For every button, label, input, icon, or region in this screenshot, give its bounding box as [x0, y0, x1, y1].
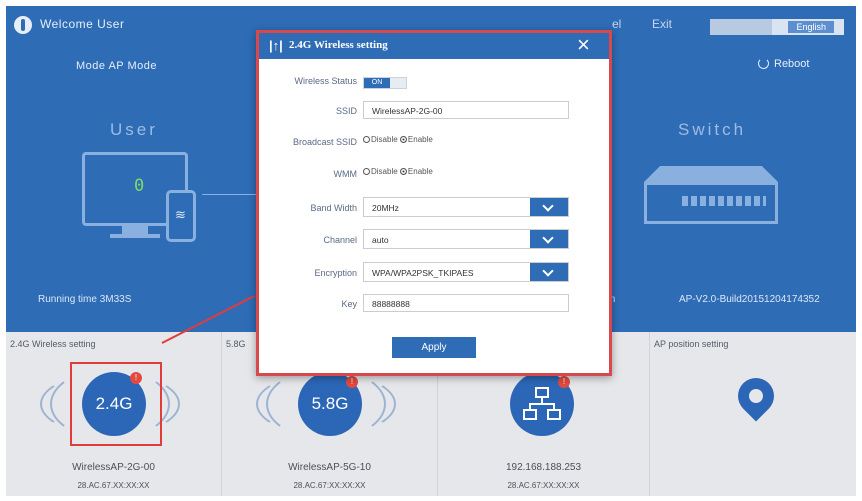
broadcast-enable-label: Enable [407, 135, 433, 144]
app-window: Welcome User el Exit English Mode AP Mod… [6, 6, 856, 496]
encryption-label: Encryption [314, 268, 357, 278]
tile-2g-wireless[interactable]: 2.4G Wireless setting 2.4G ! WirelessAP-… [6, 294, 256, 496]
apply-button[interactable]: Apply [392, 337, 476, 358]
exit-link[interactable]: Exit [652, 17, 672, 31]
broadcast-disable-label: Disable [371, 135, 398, 144]
wireless-status-toggle[interactable]: ON [363, 77, 407, 89]
ssid-input[interactable]: WirelessAP-2G-00 [363, 101, 569, 119]
dialog-header: |↑| 2.4G Wireless setting × [259, 33, 609, 59]
switch-top [644, 166, 778, 182]
user-icon [14, 16, 32, 34]
wmm-enable-label: Enable [407, 167, 433, 176]
wmm-radios: Disable Enable [363, 167, 433, 176]
tile-ip: 192.168.188.253 [505, 462, 582, 473]
wmm-disable-label: Disable [371, 167, 398, 176]
wmm-disable-radio[interactable] [363, 168, 370, 175]
encryption-select[interactable]: WPA/WPA2PSK_TKIPAES [363, 262, 569, 282]
tile-ssid: WirelessAP-5G-10 [288, 462, 371, 473]
menu-item-partial[interactable]: el [612, 17, 621, 31]
phone-icon: ≋ [166, 190, 196, 242]
welcome-text: Welcome User [40, 17, 125, 31]
mode-label: Mode AP Mode [76, 60, 158, 72]
close-icon[interactable]: × [577, 34, 590, 56]
broadcast-enable-radio[interactable] [399, 136, 407, 143]
chevron-down-icon [530, 230, 568, 248]
reboot-button[interactable]: Reboot [758, 58, 809, 70]
tile-mac: 28.AC.67.XX:XX:XX [77, 481, 150, 490]
wifi-icon: ≋ [175, 207, 186, 222]
broadcast-ssid-label: Broadcast SSID [292, 137, 357, 147]
tile-title: AP position setting [654, 339, 729, 349]
wmm-label: WMM [333, 169, 358, 179]
bandwidth-select[interactable]: 20MHz [363, 197, 569, 217]
dialog-title: 2.4G Wireless setting [289, 39, 388, 51]
broadcast-disable-radio[interactable] [363, 136, 370, 143]
tile-mac: 28.AC.67:XX:XX:XX [507, 481, 580, 490]
bandwidth-label: Band Width [310, 203, 357, 213]
switch-ports [682, 196, 766, 206]
connection-line [202, 194, 256, 195]
tile-ssid: WirelessAP-2G-00 [72, 462, 155, 473]
firmware-version: AP-V2.0-Build20151204174352 [679, 294, 820, 305]
switch-icon [634, 166, 788, 232]
channel-value: auto [372, 235, 389, 245]
location-pin-icon [730, 370, 782, 422]
key-input[interactable]: 88888888 [363, 294, 569, 312]
reboot-label: Reboot [774, 58, 810, 70]
monitor-stand [122, 226, 148, 234]
monitor-base [110, 234, 160, 238]
key-label: Key [341, 299, 357, 309]
tile-title: 5.8G [226, 339, 246, 349]
language-select-track [710, 19, 772, 35]
tile-mac: 28.AC.67:XX:XX:XX [293, 481, 366, 490]
ssid-label: SSID [335, 106, 357, 116]
channel-select[interactable]: auto [363, 229, 569, 249]
wmm-enable-radio[interactable] [399, 168, 407, 175]
wireless-settings-dialog: |↑| 2.4G Wireless setting × Wireless Sta… [256, 30, 612, 376]
power-icon [758, 58, 769, 69]
bandwidth-value: 20MHz [372, 203, 399, 213]
language-select[interactable]: English [710, 19, 844, 35]
wireless-status-label: Wireless Status [294, 76, 357, 86]
tile-title: 2.4G Wireless setting [10, 339, 96, 349]
chevron-down-icon [530, 263, 568, 281]
toggle-on-label: ON [364, 78, 390, 88]
wireless-signal-icon: |↑| [269, 38, 283, 53]
user-section-title: User [110, 120, 158, 139]
encryption-value: WPA/WPA2PSK_TKIPAES [372, 268, 474, 278]
language-value: English [788, 21, 834, 33]
channel-label: Channel [323, 235, 357, 245]
notification-badge: ! [558, 376, 570, 388]
highlight-box [70, 362, 162, 446]
tile-ap-position[interactable]: AP position setting [650, 332, 856, 496]
running-time: Running time 3M33S [38, 294, 132, 305]
broadcast-ssid-radios: Disable Enable [363, 135, 433, 144]
notification-badge: ! [346, 376, 358, 388]
connected-user-count: 0 [134, 176, 145, 196]
switch-section-title: Switch [678, 120, 747, 139]
chevron-down-icon [530, 198, 568, 216]
